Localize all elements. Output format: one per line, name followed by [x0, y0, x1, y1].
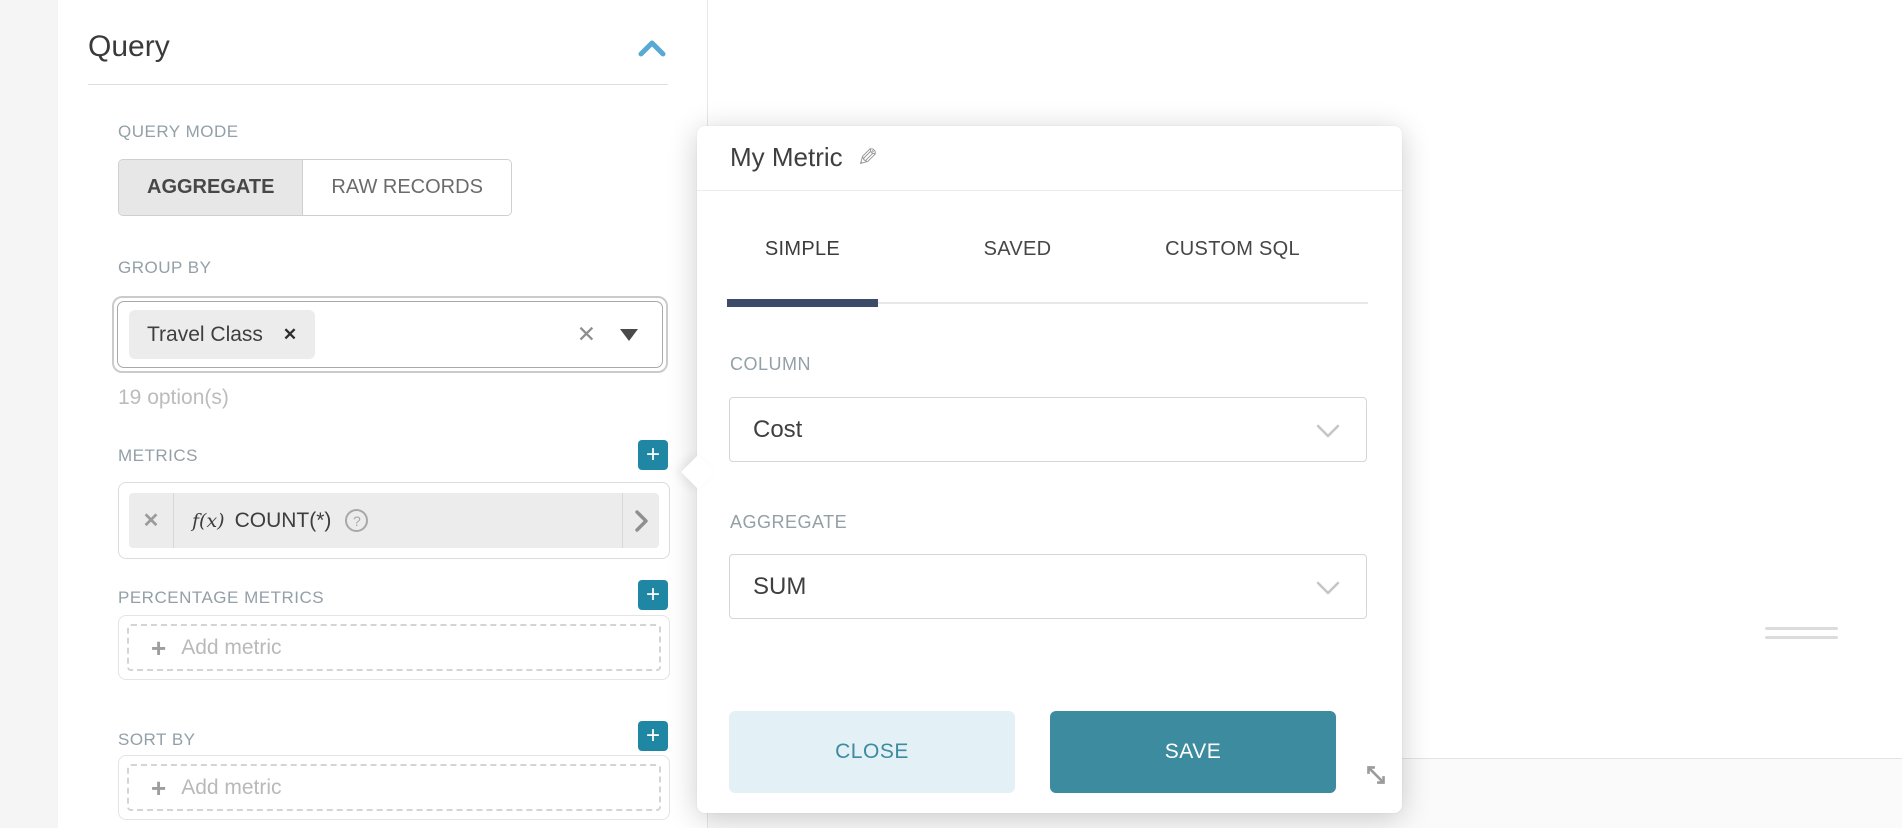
resize-handle[interactable]	[1765, 627, 1838, 645]
metric-editor-tabs: SIMPLE SAVED CUSTOM SQL	[727, 238, 1372, 261]
left-gutter	[0, 0, 58, 828]
section-divider	[88, 84, 668, 85]
chevron-down-icon	[1316, 424, 1340, 444]
add-percentage-metric-button[interactable]: +	[638, 580, 668, 610]
column-select[interactable]: Cost	[729, 397, 1367, 462]
plus-icon: +	[646, 583, 660, 607]
add-sort-by-button[interactable]: +	[638, 721, 668, 751]
query-mode-raw-records-button[interactable]: RAW RECORDS	[303, 160, 510, 215]
metric-remove-icon[interactable]: ✕	[129, 508, 173, 533]
add-metric-placeholder: Add metric	[181, 636, 281, 660]
metric-title: My Metric	[730, 142, 843, 173]
ghost-plus-icon: +	[151, 775, 166, 801]
popover-header: My Metric ✎	[730, 142, 878, 173]
save-button[interactable]: SAVE	[1050, 711, 1336, 793]
group-by-select-inner: Travel Class ✕ ✕	[117, 301, 663, 368]
group-by-label: GROUP BY	[118, 258, 211, 278]
percentage-metrics-label: PERCENTAGE METRICS	[118, 588, 324, 608]
plus-icon: +	[646, 443, 660, 467]
aggregate-select-value: SUM	[753, 573, 806, 601]
tag-remove-icon[interactable]: ✕	[283, 325, 297, 345]
metric-name: COUNT(*)	[235, 509, 332, 533]
group-by-select[interactable]: Travel Class ✕ ✕	[112, 296, 668, 373]
ghost-plus-icon: +	[151, 635, 166, 661]
section-title-query: Query	[88, 30, 170, 64]
aggregate-select[interactable]: SUM	[729, 554, 1367, 619]
query-mode-segmented-control: AGGREGATE RAW RECORDS	[118, 159, 512, 216]
aggregate-label: AGGREGATE	[730, 512, 847, 533]
clear-all-icon[interactable]: ✕	[577, 323, 596, 346]
percentage-metrics-add-metric[interactable]: + Add metric	[118, 615, 670, 680]
add-metric-dashed-area: + Add metric	[127, 624, 661, 671]
active-tab-indicator	[727, 299, 878, 307]
metrics-label: METRICS	[118, 446, 198, 466]
group-by-tag-label: Travel Class	[147, 323, 263, 347]
pill-divider	[173, 493, 174, 548]
resize-handle-bar	[1765, 636, 1838, 639]
resize-handle-bar	[1765, 627, 1838, 630]
add-metric-placeholder: Add metric	[181, 776, 281, 800]
tab-simple[interactable]: SIMPLE	[727, 238, 878, 261]
expand-resize-icon[interactable]	[1362, 761, 1390, 794]
popover-header-divider	[697, 190, 1402, 191]
query-mode-label: QUERY MODE	[118, 122, 239, 142]
metric-expand-chevron-icon[interactable]	[623, 510, 659, 532]
add-metric-dashed-area: + Add metric	[127, 764, 661, 811]
query-mode-aggregate-button[interactable]: AGGREGATE	[119, 160, 303, 215]
metrics-container: ✕ f(x) COUNT(*) ?	[118, 482, 670, 559]
popover-arrow	[681, 455, 715, 489]
tab-custom-sql[interactable]: CUSTOM SQL	[1157, 238, 1308, 261]
tab-saved[interactable]: SAVED	[942, 238, 1093, 261]
explore-screen: Query QUERY MODE AGGREGATE RAW RECORDS G…	[0, 0, 1902, 828]
group-by-tag[interactable]: Travel Class ✕	[129, 310, 315, 359]
help-icon: ?	[345, 509, 368, 532]
sort-by-label: SORT BY	[118, 730, 196, 750]
plus-icon: +	[646, 724, 660, 748]
add-metric-button[interactable]: +	[638, 440, 668, 470]
dropdown-caret-icon[interactable]	[620, 329, 638, 341]
sort-by-add-metric[interactable]: + Add metric	[118, 755, 670, 820]
column-select-value: Cost	[753, 416, 802, 444]
metric-editor-popover: My Metric ✎ SIMPLE SAVED CUSTOM SQL COLU…	[697, 126, 1402, 813]
metric-pill[interactable]: ✕ f(x) COUNT(*) ?	[129, 493, 659, 548]
group-by-options-count: 19 option(s)	[118, 386, 229, 410]
edit-title-pencil-icon[interactable]: ✎	[857, 143, 878, 173]
function-icon: f(x)	[192, 510, 225, 532]
chevron-down-icon	[1316, 581, 1340, 601]
close-button[interactable]: CLOSE	[729, 711, 1015, 793]
collapse-chevron-icon[interactable]	[637, 38, 667, 65]
column-label: COLUMN	[730, 354, 811, 375]
